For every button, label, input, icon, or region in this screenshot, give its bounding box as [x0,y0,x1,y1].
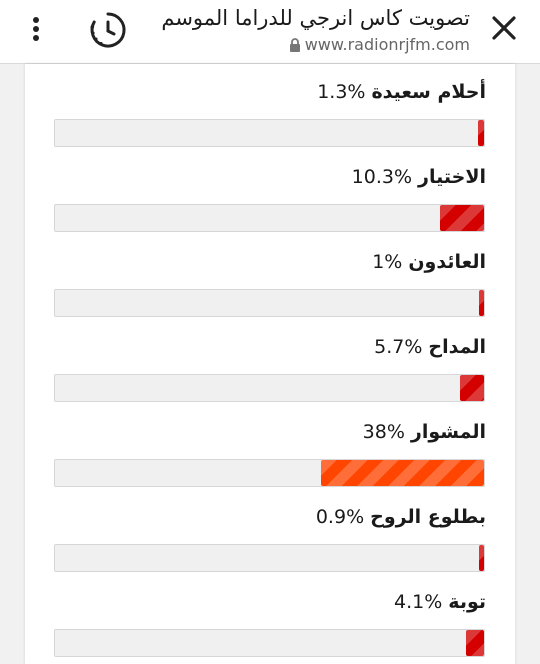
poll-bar-track [54,374,485,402]
poll-option-percent: %1 [372,251,403,273]
poll-bar-track [54,459,485,487]
poll-option-percent: %4.1 [394,591,443,613]
poll-option: العائدون%1 [25,234,515,319]
poll-bar-track [54,204,485,232]
poll-option: توبة%4.1 [25,574,515,659]
poll-bar-fill [459,375,484,401]
title-block: تصويت كاس انرجي للدراما الموسم www.radio… [110,4,470,55]
poll-option-label: العائدون%1 [372,250,486,274]
poll-option: المداح%5.7 [25,319,515,404]
poll-option: الاختيار%10.3 [25,149,515,234]
poll-option-label: المشوار%38 [363,420,486,444]
poll-option-percent: %38 [362,421,405,443]
poll-option-label: المداح%5.7 [374,335,486,359]
poll-bar-track [54,629,485,657]
poll-bar-fill [439,205,484,231]
poll-option: بطلوع الروح%0.9 [25,489,515,574]
poll-option-name: توبة [448,591,486,613]
poll-option-label: الاختيار%10.3 [352,165,486,189]
poll-option-name: العائدون [408,251,486,273]
poll-option: المشوار%38 [25,404,515,489]
poll-bar-fill [466,630,484,656]
poll-bar-track [54,544,485,572]
poll-bar-fill [320,460,484,486]
poll-option-percent: %5.7 [374,336,423,358]
poll-option-name: أحلام سعيدة [371,81,486,103]
poll-option: أحلام سعيدة%1.3 [25,64,515,149]
poll-option-name: الاختيار [418,166,486,188]
browser-toolbar: تصويت كاس انرجي للدراما الموسم www.radio… [0,0,540,64]
page-title: تصويت كاس انرجي للدراما الموسم [161,6,470,30]
poll-results-card: أحلام سعيدة%1.3 الاختيار%10.3 العائدون%1… [25,64,515,664]
poll-option-name: بطلوع الروح [370,506,486,528]
close-icon[interactable] [488,12,520,44]
poll-option-percent: %10.3 [351,166,413,188]
poll-option-label: توبة%4.1 [394,590,486,614]
poll-option-name: المشوار [410,421,486,443]
vertical-dots-icon[interactable] [24,14,48,44]
poll-bar-fill [479,290,484,316]
poll-bar-track [54,119,485,147]
poll-option-percent: %1.3 [317,81,366,103]
poll-option-percent: %0.9 [315,506,365,528]
poll-option-label: بطلوع الروح%0.9 [316,505,486,529]
poll-option-label: أحلام سعيدة%1.3 [317,80,486,104]
page-url: www.radionrjfm.com [304,35,470,54]
lock-icon [289,38,300,52]
poll-bar-track [54,289,485,317]
poll-option-name: المداح [428,336,486,358]
poll-bar-fill [478,120,484,146]
url-row[interactable]: www.radionrjfm.com [110,35,470,55]
poll-bar-fill [479,545,484,571]
